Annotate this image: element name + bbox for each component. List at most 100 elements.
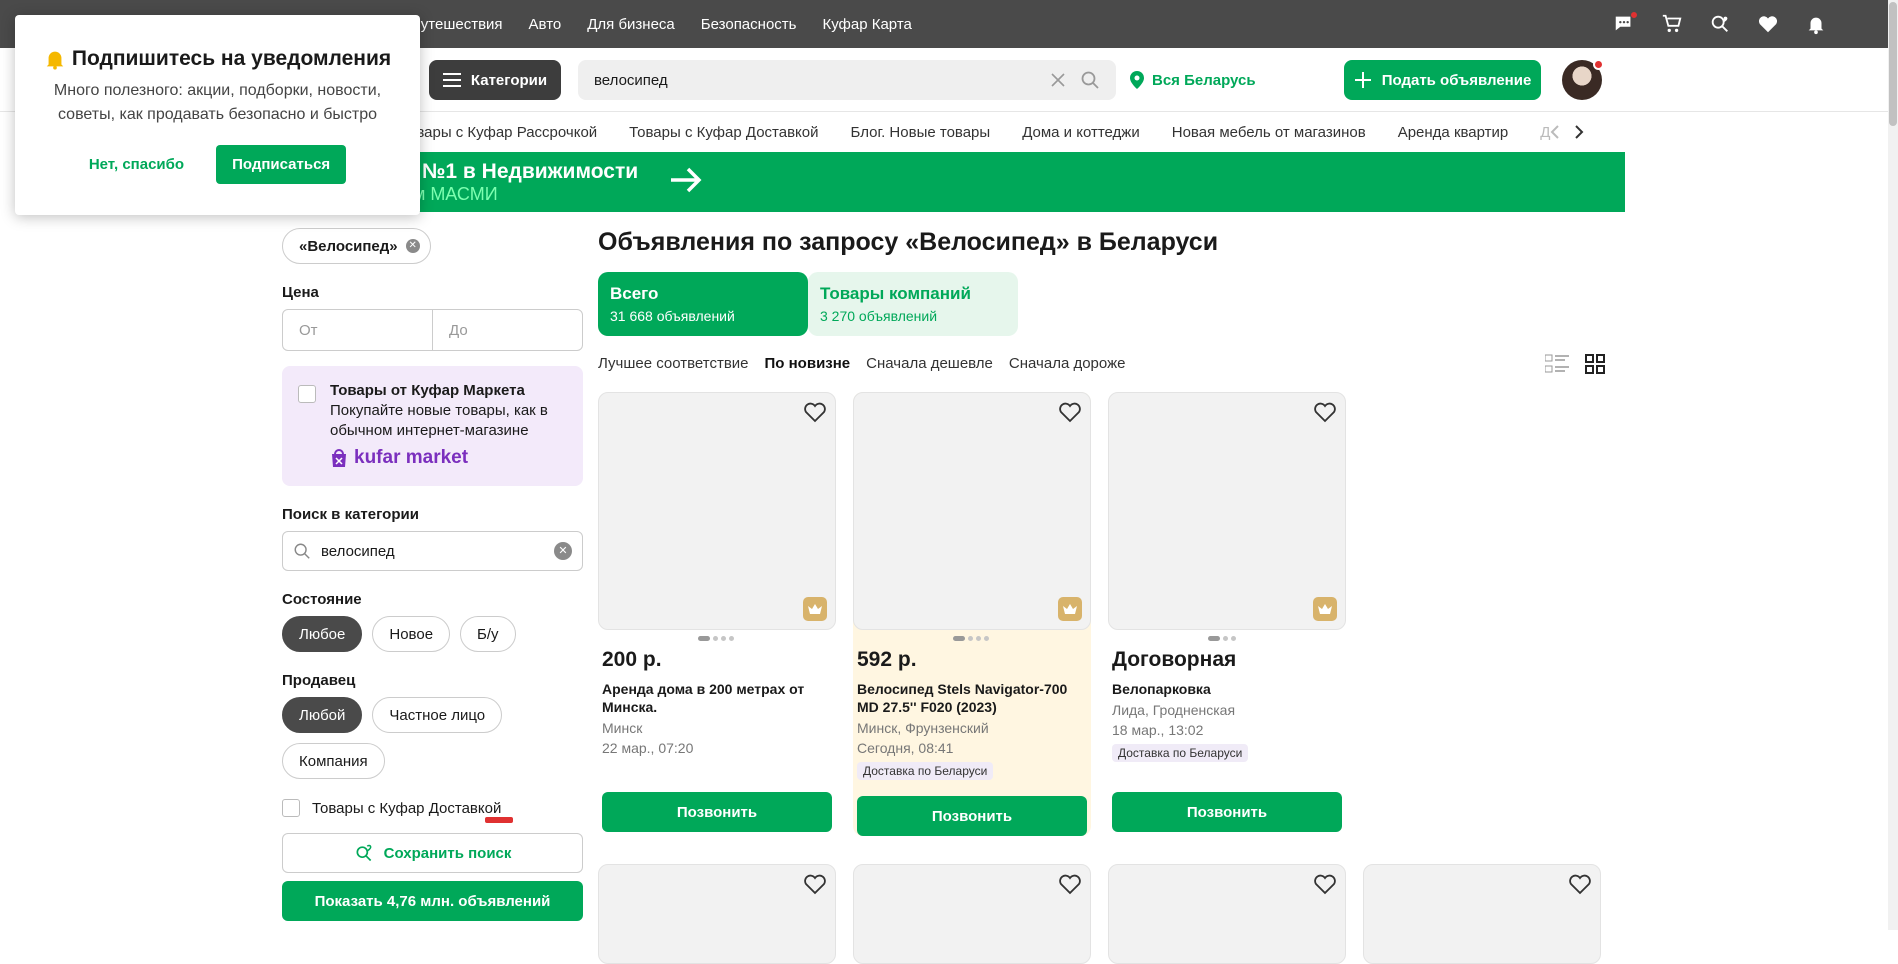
post-ad-label: Подать объявление [1381, 71, 1532, 89]
seller-any[interactable]: Любой [282, 697, 363, 733]
listing-card[interactable]: 592 р. Велосипед Stels Navigator-700 MD … [853, 392, 1091, 836]
listing-card[interactable]: 200 р. Аренда дома в 200 метрах от Минск… [598, 392, 836, 836]
quick-link[interactable]: Блог. Новые товары [851, 124, 991, 141]
location-pin-icon [1130, 71, 1144, 89]
crown-icon [803, 597, 827, 621]
show-results-button[interactable]: Показать 4,76 млн. объявлений [282, 881, 583, 921]
topnav-card[interactable]: Куфар Карта [822, 16, 911, 33]
categories-label: Категории [470, 71, 548, 89]
clear-icon[interactable] [1050, 72, 1066, 88]
quick-link[interactable]: Дома и коттеджи [1022, 124, 1140, 141]
call-button[interactable]: Позвонить [1112, 792, 1342, 832]
call-button[interactable]: Позвонить [857, 796, 1087, 836]
region-selector[interactable]: Вся Беларусь [1130, 60, 1256, 100]
quick-link[interactable]: Товары с Куфар Доставкой [629, 124, 818, 141]
seller-options: Любой Частное лицо Компания [282, 697, 583, 779]
clear-icon[interactable]: ✕ [554, 542, 572, 560]
sort-expensive[interactable]: Сначала дороже [1009, 355, 1126, 372]
links-arrows [1550, 112, 1584, 152]
heart-icon[interactable] [1568, 873, 1592, 895]
heart-icon[interactable] [1058, 873, 1082, 895]
promo-banner[interactable]: №1 в Недвижимости ым МАСМИ [400, 152, 1625, 212]
favorites-icon[interactable] [1756, 12, 1780, 36]
topnav-security[interactable]: Безопасность [701, 16, 797, 33]
notifications-icon[interactable] [1804, 12, 1828, 36]
quick-link[interactable]: Д [1540, 124, 1550, 141]
search-input[interactable]: велосипед [578, 60, 1116, 100]
topnav-travel[interactable]: Путешествия [410, 16, 503, 33]
listing-location: Минск [602, 720, 643, 736]
subscribe-button[interactable]: Подписаться [216, 145, 347, 184]
listing-title[interactable]: Велопарковка [1112, 680, 1340, 698]
decline-button[interactable]: Нет, спасибо [89, 156, 184, 173]
tab-all[interactable]: Всего 31 668 объявлений [598, 272, 808, 336]
listing-image[interactable] [853, 392, 1091, 630]
quick-link[interactable]: Аренда квартир [1398, 124, 1509, 141]
condition-any[interactable]: Любое [282, 616, 363, 652]
price-range: От До [282, 309, 583, 351]
listing-image[interactable] [1363, 864, 1601, 964]
listing-image[interactable] [853, 864, 1091, 964]
messages-icon[interactable] [1612, 11, 1638, 36]
banner-title: №1 в Недвижимости [422, 160, 639, 183]
sort-options: Лучшее соответствие По новизне Сначала д… [598, 348, 1625, 378]
scrollbar[interactable] [1888, 0, 1898, 930]
listing-image[interactable] [598, 392, 836, 630]
query-chip[interactable]: «Велосипед» ✕ [282, 228, 431, 264]
call-button[interactable]: Позвонить [602, 792, 832, 832]
listing-card[interactable]: Договорная Велопарковка Лида, Гродненска… [1108, 392, 1346, 836]
quick-link[interactable]: Товары с Куфар Рассрочкой [400, 124, 597, 141]
scroll-thumb[interactable] [1889, 2, 1897, 126]
market-filter[interactable]: Товары от Куфар Маркета Покупайте новые … [282, 366, 583, 486]
avatar[interactable] [1562, 59, 1604, 100]
seller-company[interactable]: Компания [282, 743, 385, 779]
categories-button[interactable]: Категории [429, 60, 561, 100]
heart-icon[interactable] [1313, 401, 1337, 423]
popup-body: Много полезного: акции, подборки, новост… [53, 82, 382, 123]
heart-icon[interactable] [803, 401, 827, 423]
price-from-input[interactable]: От [283, 310, 432, 350]
image-dots [953, 636, 989, 641]
condition-new[interactable]: Новое [372, 616, 451, 652]
saved-search-icon[interactable] [1708, 12, 1732, 36]
listing-date: Сегодня, 08:41 [857, 740, 954, 756]
listing-location: Минск, Фрунзенский [857, 720, 989, 736]
chevron-left-icon[interactable] [1550, 125, 1560, 139]
chevron-right-icon[interactable] [1574, 125, 1584, 139]
sort-relevance[interactable]: Лучшее соответствие [598, 355, 749, 372]
delivery-checkbox[interactable] [282, 799, 300, 817]
listing-title[interactable]: Велосипед Stels Navigator-700 MD 27.5'' … [857, 680, 1085, 716]
market-checkbox[interactable] [298, 385, 316, 403]
search-value: велосипед [594, 71, 668, 89]
crown-icon [1313, 597, 1337, 621]
tab-companies[interactable]: Товары компаний 3 270 объявлений [808, 272, 1018, 336]
search-icon[interactable] [1080, 70, 1100, 90]
post-ad-button[interactable]: Подать объявление [1344, 60, 1541, 100]
sort-cheapest[interactable]: Сначала дешевле [866, 355, 993, 372]
sort-newest[interactable]: По новизне [765, 355, 851, 372]
listing-image[interactable] [1108, 864, 1346, 964]
heart-icon[interactable] [803, 873, 827, 895]
seller-private[interactable]: Частное лицо [372, 697, 503, 733]
listing-title[interactable]: Аренда дома в 200 метрах от Минска. [602, 680, 830, 716]
delivery-filter[interactable]: Товары с Куфар Доставкой [282, 799, 583, 823]
heart-icon[interactable] [1058, 401, 1082, 423]
heart-icon[interactable] [1313, 873, 1337, 895]
image-dots [698, 636, 734, 641]
listing-image[interactable] [598, 864, 836, 964]
cart-icon[interactable] [1660, 12, 1684, 36]
remove-chip-icon[interactable]: ✕ [405, 239, 420, 253]
shopping-bag-icon [332, 449, 346, 467]
listing-price: 592 р. [857, 648, 917, 671]
category-search-input[interactable]: велосипед ✕ [282, 531, 583, 571]
listing-image[interactable] [1108, 392, 1346, 630]
grid-view-icon[interactable] [1585, 354, 1605, 374]
topnav-auto[interactable]: Авто [529, 16, 562, 33]
price-to-input[interactable]: До [432, 310, 582, 350]
save-search-button[interactable]: Сохранить поиск [282, 833, 583, 873]
top-nav: Путешествия Авто Для бизнеса Безопасност… [410, 0, 938, 48]
quick-link[interactable]: Новая мебель от магазинов [1172, 124, 1366, 141]
topnav-business[interactable]: Для бизнеса [587, 16, 675, 33]
condition-used[interactable]: Б/у [460, 616, 516, 652]
list-view-icon[interactable] [1545, 354, 1569, 374]
